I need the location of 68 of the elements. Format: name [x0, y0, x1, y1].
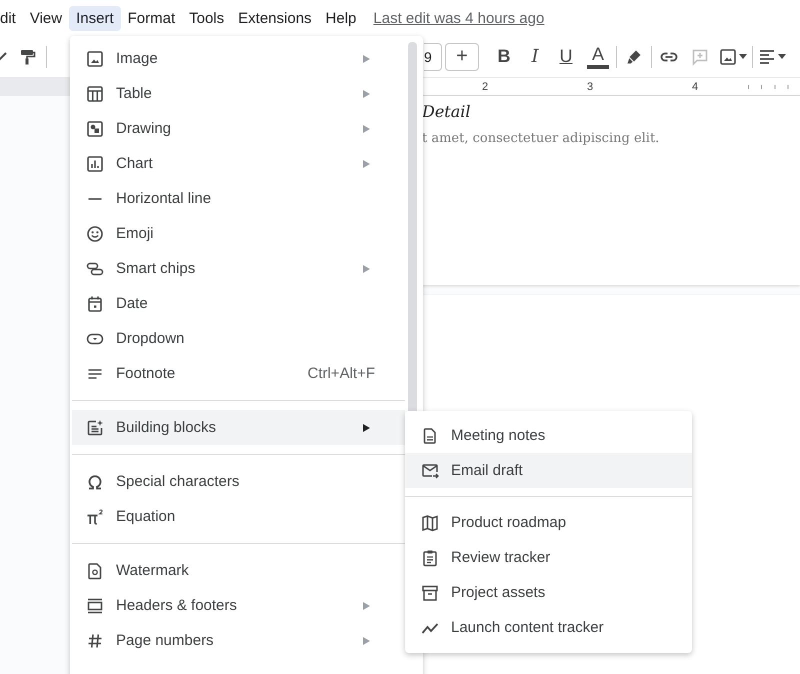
menu-tab[interactable]: Help [318, 6, 364, 30]
watermark-icon [86, 562, 104, 580]
menu-item[interactable]: Product roadmap [405, 505, 692, 540]
document-text: t amet, consectetuer adipiscing elit. [422, 131, 660, 146]
hash-icon [86, 632, 104, 650]
menu-item[interactable]: Table [72, 76, 405, 111]
menu-tab[interactable]: Extensions [231, 6, 319, 30]
underline-button[interactable]: U [552, 42, 580, 70]
omega-icon [86, 472, 104, 490]
menu-item[interactable]: Drawing [72, 111, 405, 146]
menu-item[interactable]: Horizontal line [72, 181, 405, 216]
table-icon [86, 84, 104, 102]
text-color-button[interactable]: A [587, 44, 609, 68]
emoji-icon [86, 224, 104, 242]
horizontal-line-icon [88, 198, 102, 200]
header-footer-icon [86, 596, 104, 614]
menu-tab[interactable]: View [22, 6, 70, 30]
caret-icon [739, 54, 747, 59]
image-icon [719, 48, 737, 66]
bold-button[interactable]: B [490, 42, 518, 70]
calendar-icon [86, 294, 104, 312]
menu-item[interactable]: Meeting notes [405, 418, 692, 453]
last-edit-link[interactable]: Last edit was 4 hours ago [373, 10, 544, 26]
menu-item[interactable]: Launch content tracker [405, 610, 692, 645]
pi-squared-icon [86, 508, 104, 526]
menu-tab[interactable]: Tools [182, 6, 232, 30]
menu-item[interactable]: Image [72, 41, 405, 76]
menu-tab[interactable]: Insert [69, 6, 121, 30]
menu-item[interactable]: Smart chips [72, 251, 405, 286]
highlighter-icon [625, 48, 643, 66]
menu-item[interactable]: Chart [72, 146, 405, 181]
menu-item[interactable]: Special characters [72, 464, 405, 499]
ruler-number: 4 [690, 81, 700, 93]
drawing-icon [86, 120, 104, 138]
italic-button[interactable]: I [521, 42, 549, 70]
clipboard-icon [421, 548, 439, 566]
menu-item[interactable]: Email draft [405, 453, 692, 488]
add-comment-icon [691, 48, 709, 66]
shortcut-text: Ctrl+Alt+F [307, 365, 375, 382]
pen-stroke-icon [0, 52, 8, 61]
menu-item[interactable]: Emoji [72, 216, 405, 251]
increase-size-button[interactable]: + [445, 42, 479, 70]
document-icon [421, 426, 439, 444]
ruler-number: 2 [480, 81, 490, 93]
caret-icon [778, 54, 786, 59]
paint-format-icon [18, 48, 36, 66]
menu-item[interactable]: Footnote Ctrl+Alt+F [72, 356, 405, 391]
image-icon [86, 50, 104, 68]
document-heading: Detail [422, 102, 472, 121]
archive-box-icon [421, 584, 439, 602]
menu-item[interactable]: Equation [72, 499, 405, 534]
menu-item[interactable]: Project assets [405, 575, 692, 610]
font-size-field[interactable]: 9 [424, 42, 442, 70]
map-icon [421, 514, 439, 532]
menu-item[interactable]: Headers & footers [72, 588, 405, 623]
menu-item[interactable]: Review tracker [405, 540, 692, 575]
document-sparkle-icon [86, 418, 104, 436]
menu-item[interactable]: Dropdown [72, 321, 405, 356]
menu-item[interactable]: Date [72, 286, 405, 321]
chart-icon [86, 154, 104, 172]
menu-item[interactable]: Watermark [72, 553, 405, 588]
menu-item[interactable]: Building blocks [72, 410, 405, 445]
envelope-arrow-icon [421, 462, 439, 480]
menu-item[interactable]: Page numbers [72, 623, 405, 658]
align-left-icon [758, 48, 776, 66]
ruler-number: 3 [584, 81, 596, 93]
menu-tab[interactable]: dit [0, 6, 23, 30]
menu-tab[interactable]: Format [120, 6, 182, 30]
